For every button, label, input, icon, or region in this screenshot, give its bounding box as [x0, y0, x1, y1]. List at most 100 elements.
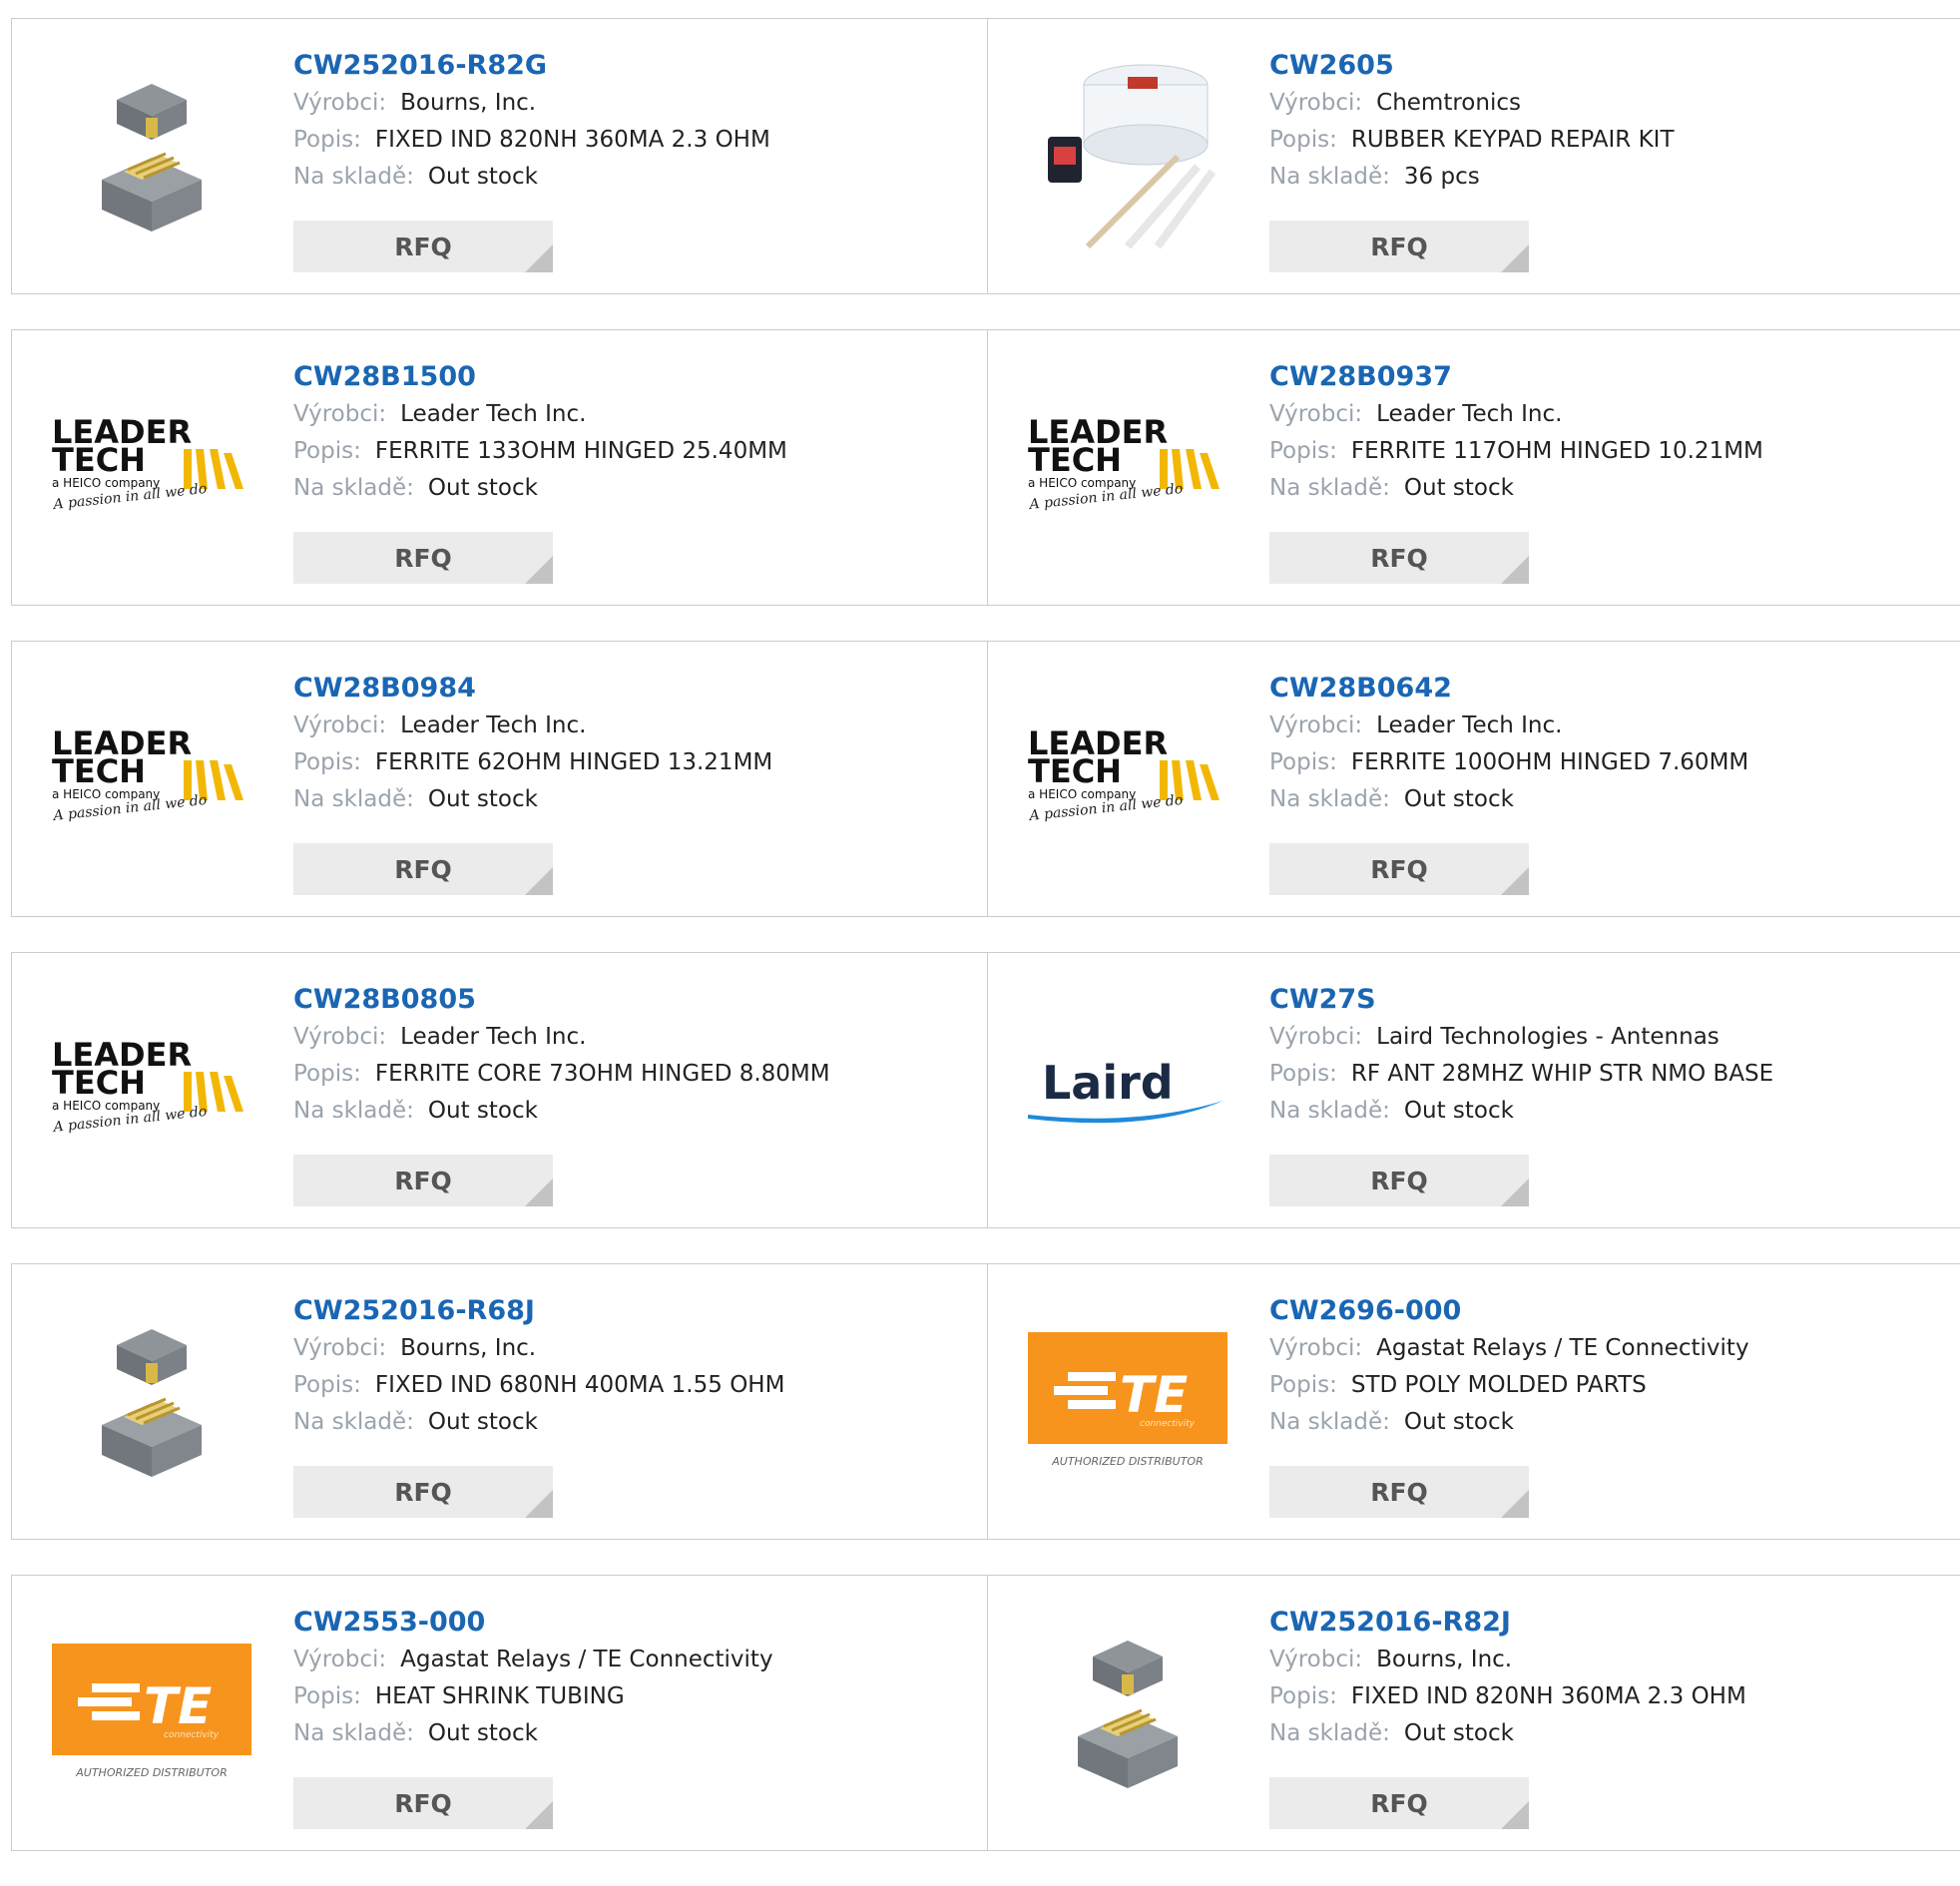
corner-triangle-icon: [525, 1801, 553, 1829]
product-card: LEADER TECH a HEICO company A passion in…: [988, 641, 1960, 917]
description-line: Popis: RF ANT 28MHZ WHIP STR NMO BASE: [1269, 1056, 1950, 1093]
product-image-laird[interactable]: Laird: [1028, 991, 1227, 1190]
stock-value: Out stock: [1403, 786, 1514, 812]
product-image-leadertech[interactable]: LEADER TECH a HEICO company A passion in…: [1028, 680, 1227, 879]
stock-line: Na skladě: Out stock: [1269, 781, 1950, 818]
rfq-label: RFQ: [1370, 854, 1428, 884]
product-image-leadertech[interactable]: LEADER TECH a HEICO company A passion in…: [52, 680, 251, 879]
rfq-button[interactable]: RFQ: [1269, 532, 1529, 584]
manufacturer-line: Výrobci: Bourns, Inc.: [293, 85, 977, 122]
part-number-link[interactable]: CW2696-000: [1269, 1294, 1950, 1330]
rfq-button[interactable]: RFQ: [1269, 1155, 1529, 1206]
stock-value: Out stock: [427, 475, 538, 501]
product-image-leadertech[interactable]: LEADER TECH a HEICO company A passion in…: [52, 991, 251, 1190]
rfq-button[interactable]: RFQ: [1269, 1466, 1529, 1518]
product-image-kit[interactable]: [1028, 57, 1227, 256]
part-number-link[interactable]: CW28B0937: [1269, 360, 1950, 396]
rfq-label: RFQ: [394, 1788, 452, 1818]
corner-triangle-icon: [1501, 556, 1529, 584]
rfq-button[interactable]: RFQ: [293, 221, 553, 272]
manufacturer-label: Výrobci:: [293, 1647, 387, 1672]
product-info: CW252016-R82G Výrobci: Bourns, Inc. Popis…: [293, 49, 977, 196]
corner-triangle-icon: [525, 244, 553, 272]
corner-triangle-icon: [1501, 1179, 1529, 1206]
manufacturer-line: Výrobci: Leader Tech Inc.: [1269, 396, 1950, 433]
stock-line: Na skladě: Out stock: [293, 781, 977, 818]
manufacturer-label: Výrobci:: [1269, 1335, 1363, 1361]
rfq-button[interactable]: RFQ: [1269, 1777, 1529, 1829]
description-line: Popis: FERRITE CORE 73OHM HINGED 8.80MM: [293, 1056, 977, 1093]
inductor-top-part: [117, 1329, 187, 1385]
inductor-bottom-part: [102, 1397, 202, 1477]
part-number-link[interactable]: CW252016-R82G: [293, 49, 977, 85]
manufacturer-label: Výrobci:: [293, 1024, 387, 1050]
part-number-link[interactable]: CW252016-R82J: [1269, 1606, 1950, 1642]
product-card: CW252016-R68J Výrobci: Bourns, Inc. Popis…: [11, 1263, 988, 1540]
rfq-button[interactable]: RFQ: [293, 532, 553, 584]
rfq-button[interactable]: RFQ: [293, 1777, 553, 1829]
stock-label: Na skladě:: [293, 164, 414, 190]
description-line: Popis: RUBBER KEYPAD REPAIR KIT: [1269, 122, 1950, 159]
description-value: FIXED IND 680NH 400MA 1.55 OHM: [374, 1372, 785, 1398]
manufacturer-line: Výrobci: Leader Tech Inc.: [293, 1019, 977, 1056]
stock-value: Out stock: [427, 1409, 538, 1435]
rfq-label: RFQ: [1370, 543, 1428, 573]
product-image-inductor[interactable]: [1028, 1614, 1227, 1813]
description-line: Popis: FERRITE 100OHM HINGED 7.60MM: [1269, 744, 1950, 781]
description-line: Popis: FERRITE 133OHM HINGED 25.40MM: [293, 433, 977, 470]
part-number-link[interactable]: CW28B0984: [293, 672, 977, 707]
rfq-button[interactable]: RFQ: [293, 1155, 553, 1206]
product-image-leadertech[interactable]: LEADER TECH a HEICO company A passion in…: [52, 368, 251, 568]
product-image-te[interactable]: TE connectivity AUTHORIZED DISTRIBUTOR: [52, 1614, 251, 1813]
description-label: Popis:: [293, 438, 361, 464]
stock-line: Na skladě: Out stock: [293, 1093, 977, 1130]
rfq-button[interactable]: RFQ: [1269, 221, 1529, 272]
product-card: CW252016-R82G Výrobci: Bourns, Inc. Popis…: [11, 18, 988, 294]
product-info: CW28B0642 Výrobci: Leader Tech Inc. Popis…: [1269, 672, 1950, 818]
corner-triangle-icon: [525, 1490, 553, 1518]
product-row: CW252016-R68J Výrobci: Bourns, Inc. Popis…: [11, 1263, 1960, 1540]
manufacturer-label: Výrobci:: [1269, 401, 1363, 427]
description-line: Popis: HEAT SHRINK TUBING: [293, 1678, 977, 1715]
manufacturer-value: Leader Tech Inc.: [400, 712, 587, 738]
part-number-link[interactable]: CW27S: [1269, 983, 1950, 1019]
corner-triangle-icon: [525, 556, 553, 584]
manufacturer-line: Výrobci: Bourns, Inc.: [1269, 1642, 1950, 1678]
part-number-link[interactable]: CW28B1500: [293, 360, 977, 396]
product-image-te[interactable]: TE connectivity AUTHORIZED DISTRIBUTOR: [1028, 1302, 1227, 1502]
manufacturer-line: Výrobci: Laird Technologies - Antennas: [1269, 1019, 1950, 1056]
part-number-link[interactable]: CW28B0805: [293, 983, 977, 1019]
product-image-inductor[interactable]: [52, 1302, 251, 1502]
manufacturer-label: Výrobci:: [293, 712, 387, 738]
svg-text:Laird: Laird: [1042, 1056, 1174, 1110]
description-label: Popis:: [293, 1372, 361, 1398]
stock-value: Out stock: [1403, 1720, 1514, 1746]
part-number-link[interactable]: CW2553-000: [293, 1606, 977, 1642]
rfq-button[interactable]: RFQ: [293, 843, 553, 895]
inductor-bottom-part: [102, 152, 202, 232]
corner-triangle-icon: [1501, 244, 1529, 272]
corner-triangle-icon: [525, 867, 553, 895]
manufacturer-value: Bourns, Inc.: [400, 1335, 537, 1361]
product-image-leadertech[interactable]: LEADER TECH a HEICO company A passion in…: [1028, 368, 1227, 568]
rfq-button[interactable]: RFQ: [293, 1466, 553, 1518]
manufacturer-label: Výrobci:: [1269, 1647, 1363, 1672]
manufacturer-value: Leader Tech Inc.: [400, 1024, 587, 1050]
product-card: LEADER TECH a HEICO company A passion in…: [11, 641, 988, 917]
inductor-top-part: [1093, 1641, 1163, 1696]
rfq-label: RFQ: [1370, 232, 1428, 261]
inductor-bottom-part: [1078, 1708, 1178, 1788]
product-card: TE connectivity AUTHORIZED DISTRIBUTOR C…: [988, 1263, 1960, 1540]
part-number-link[interactable]: CW28B0642: [1269, 672, 1950, 707]
rfq-button[interactable]: RFQ: [1269, 843, 1529, 895]
stock-line: Na skladě: Out stock: [1269, 470, 1950, 507]
product-info: CW2696-000 Výrobci: Agastat Relays / TE C…: [1269, 1294, 1950, 1441]
part-number-link[interactable]: CW252016-R68J: [293, 1294, 977, 1330]
description-label: Popis:: [293, 1683, 361, 1709]
corner-triangle-icon: [1501, 867, 1529, 895]
product-row: LEADER TECH a HEICO company A passion in…: [11, 952, 1960, 1228]
manufacturer-value: Chemtronics: [1376, 90, 1521, 116]
product-image-inductor[interactable]: [52, 57, 251, 256]
part-number-link[interactable]: CW2605: [1269, 49, 1950, 85]
stock-label: Na skladě:: [1269, 1409, 1390, 1435]
